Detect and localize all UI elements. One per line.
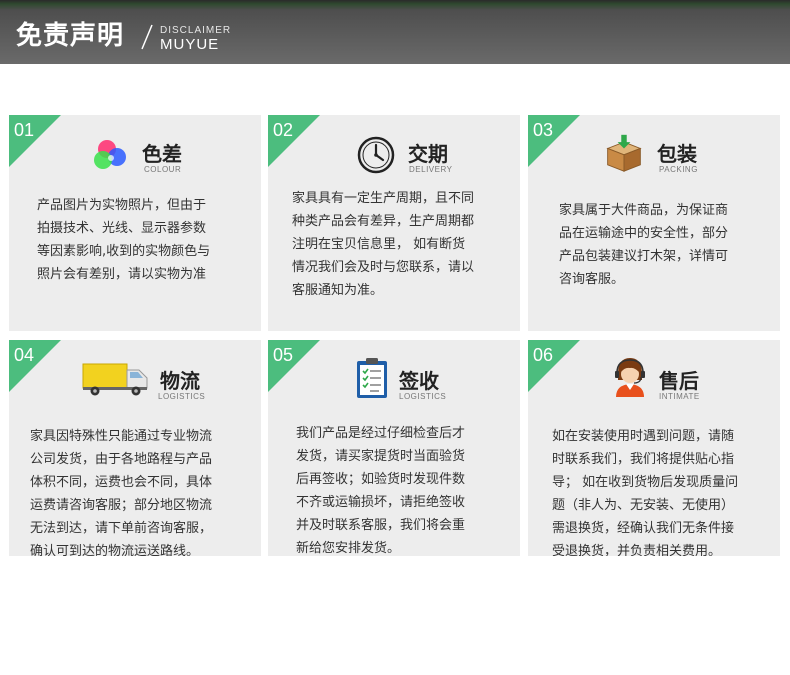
card-body: 如在安装使用时遇到问题，请随 时联系我们，我们将提供贴心指 导； 如在收到货物后… <box>552 425 738 556</box>
card-body-line: 新给您安排发货。 <box>296 541 401 556</box>
card-colour: 01 色差 COLOUR 产品图片为实物照片，但由于 拍摄技术、光线、显示器参数… <box>9 115 261 331</box>
card-number: 03 <box>533 120 554 140</box>
card-number: 01 <box>14 120 35 140</box>
card-number: 04 <box>14 345 35 365</box>
card-subtitle: DELIVERY <box>409 165 453 174</box>
card-body-line: 产品包装建议打木架，详情可 <box>559 249 729 264</box>
card-body-line: 发货，请买家提货时当面验货 <box>296 449 466 464</box>
card-body-line: 客服通知为准。 <box>292 283 384 298</box>
card-body-line: 拍摄技术、光线、显示器参数 <box>37 221 207 236</box>
truck-icon <box>81 358 151 398</box>
card-body-line: 受退换货，并负责相关费用。 <box>552 544 722 556</box>
card-subtitle: LOGISTICS <box>158 392 206 401</box>
card-body-line: 无法到达，请下单前咨询客服， <box>30 521 213 536</box>
card-signing: 05 签收 LOGISTICS 我们产品是经过仔细检查后才 发货，请买家提货时当… <box>268 340 520 556</box>
card-body-line: 我们产品是经过仔细检查后才 <box>296 426 466 441</box>
clock-icon <box>356 135 396 175</box>
card-body: 家具因特殊性只能通过专业物流 公司发货，由于各地路程与产品 体积不同，运费也会不… <box>30 425 212 556</box>
card-number: 05 <box>273 345 294 365</box>
card-body-line: 体积不同，运费也会不同，具体 <box>30 475 213 490</box>
card-body-line: 等因素影响,收到的实物颜色与 <box>37 244 211 259</box>
card-body: 家具具有一定生产周期，且不同 种类产品会有差异，生产周期都 注明在宝贝信息里， … <box>292 187 474 302</box>
slash-divider <box>141 24 153 50</box>
card-title: 物流 <box>160 369 200 393</box>
header-bar: 免责声明 DISCLAIMER MUYUE <box>0 0 790 64</box>
card-body-line: 注明在宝贝信息里， 如有断货 <box>292 237 466 252</box>
card-body-line: 种类产品会有差异，生产周期都 <box>292 214 475 229</box>
card-body-line: 家具属于大件商品，为保证商 <box>559 203 729 218</box>
card-subtitle: LOGISTICS <box>399 392 447 401</box>
card-number: 02 <box>273 120 294 140</box>
card-body-line: 家具因特殊性只能通过专业物流 <box>30 429 213 444</box>
card-body-line: 并及时联系客服，我们将会重 <box>296 518 466 533</box>
card-body-line: 产品图片为实物照片，但由于 <box>37 198 207 213</box>
card-body-line: 家具具有一定生产周期，且不同 <box>292 191 475 206</box>
card-title: 包装 <box>657 142 697 166</box>
package-box-icon <box>604 133 644 173</box>
card-body-line: 运费请咨询客服；部分地区物流 <box>30 498 213 513</box>
card-body-line: 公司发货，由于各地路程与产品 <box>30 452 213 467</box>
card-body: 产品图片为实物照片，但由于 拍摄技术、光线、显示器参数 等因素影响,收到的实物颜… <box>37 194 210 286</box>
card-delivery: 02 交期 DELIVERY 家具具有一定生产周期，且不同 种类产品会有差异，生… <box>268 115 520 331</box>
card-title: 签收 <box>399 369 439 393</box>
card-packing: 03 包装 PACKING 家具属于大件商品，为保证商 品在运输途中的安全性，部… <box>528 115 780 331</box>
clipboard-checklist-icon <box>352 358 392 398</box>
card-body: 我们产品是经过仔细检查后才 发货，请买家提货时当面验货 后再签收；如验货时发现件… <box>296 422 465 556</box>
card-body-line: 不齐或运输损坏，请拒绝签收 <box>296 495 466 510</box>
card-subtitle: INTIMATE <box>659 392 700 401</box>
card-body-line: 如在安装使用时遇到问题，请随 <box>552 429 735 444</box>
color-circles-icon <box>91 135 131 175</box>
card-body-line: 确认可到达的物流运送路线。 <box>30 544 200 556</box>
card-body-line: 情况我们会及时与您联系，请以 <box>292 260 475 275</box>
card-number: 06 <box>533 345 554 365</box>
card-subtitle: COLOUR <box>144 165 182 174</box>
card-logistics: 04 物流 LOGISTICS 家具因特殊性只能通过专业物流 公司发货，由于各地… <box>9 340 261 556</box>
card-body-line: 时联系我们，我们将提供贴心指 <box>552 452 735 467</box>
card-body-line: 后再签收；如验货时发现件数 <box>296 472 466 487</box>
card-body-line: 照片会有差别，请以实物为准 <box>37 267 207 282</box>
card-body-line: 品在运输途中的安全性，部分 <box>559 226 729 241</box>
page-title: 免责声明 <box>16 21 125 51</box>
header-subtitle-en: DISCLAIMER <box>160 25 232 36</box>
card-body-line: 需退换货，经确认我们无条件接 <box>552 521 735 536</box>
customer-service-agent-icon <box>610 356 650 397</box>
card-body-line: 导； 如在收到货物后发现质量问 <box>552 475 739 490</box>
header-brand: MUYUE <box>160 36 220 53</box>
card-after-sales: 06 售后 INTIMATE 如在安装使用时遇到问题，请随 时联系我们，我们将提… <box>528 340 780 556</box>
card-subtitle: PACKING <box>659 165 698 174</box>
card-title: 交期 <box>408 142 448 166</box>
card-body-line: 题（非人为、无安装、无使用） <box>552 498 735 513</box>
card-title: 售后 <box>659 369 699 393</box>
card-body: 家具属于大件商品，为保证商 品在运输途中的安全性，部分 产品包装建议打木架，详情… <box>559 199 728 291</box>
card-body-line: 咨询客服。 <box>559 272 625 287</box>
card-title: 色差 <box>142 142 182 166</box>
